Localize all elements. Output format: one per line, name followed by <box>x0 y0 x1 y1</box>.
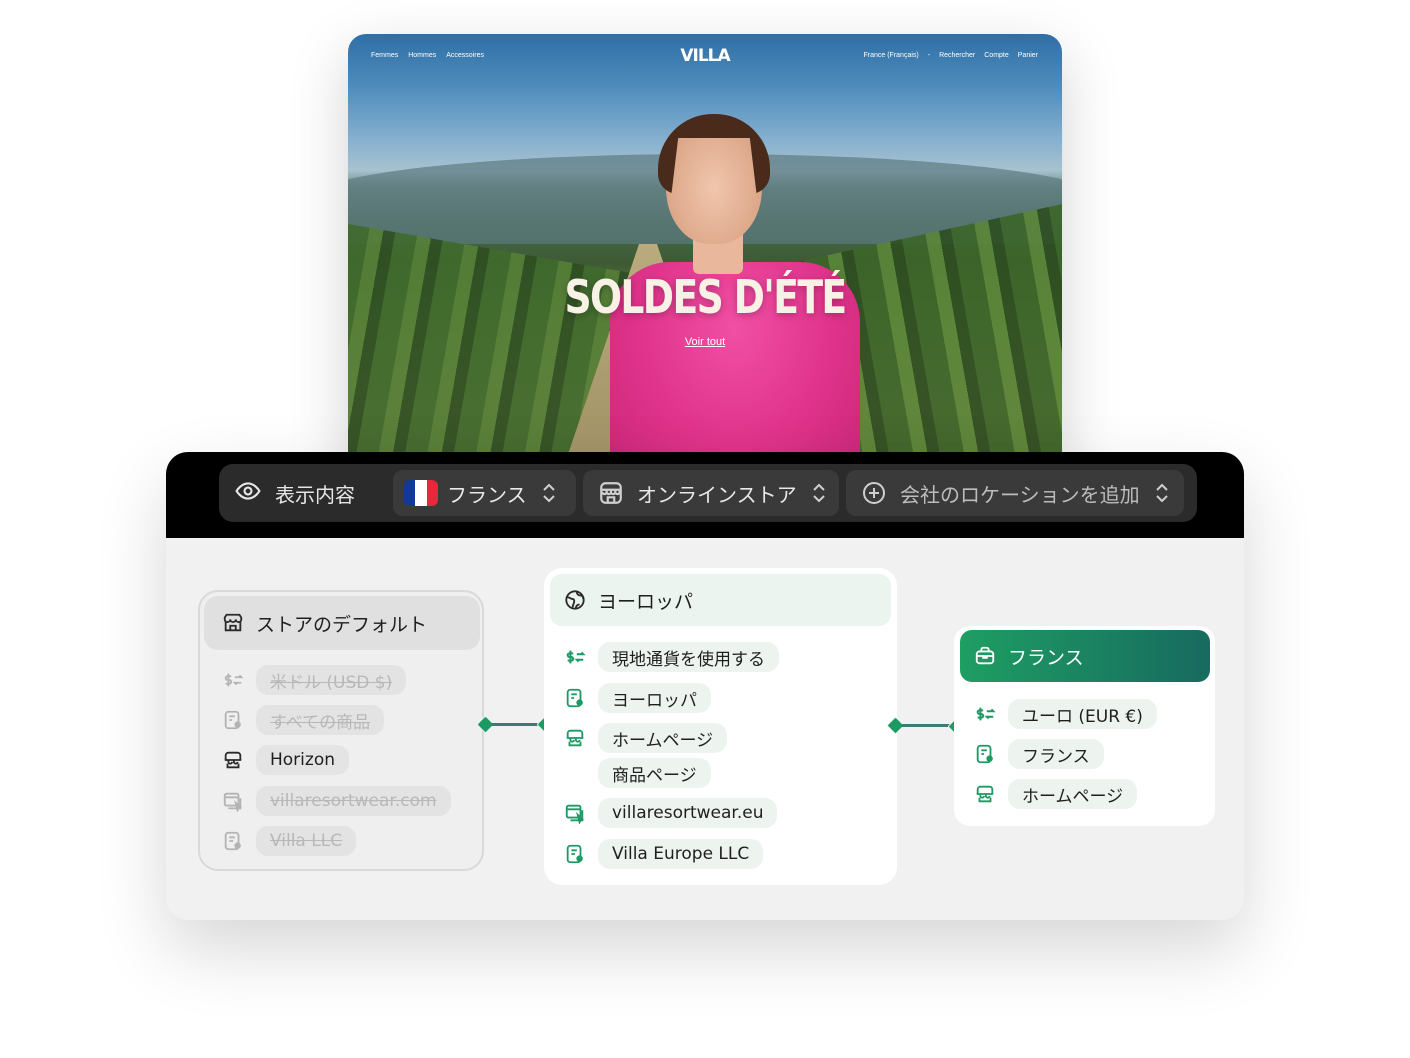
catalog-icon <box>564 687 586 709</box>
currency-value: ユーロ (EUR €) <box>1008 699 1157 729</box>
list-item: ホームページ <box>564 723 728 753</box>
country-selector-label: フランス <box>447 482 527 507</box>
france-title: フランス <box>1008 646 1084 669</box>
view-all-link[interactable]: Voir tout <box>685 336 725 348</box>
eye-icon <box>235 478 261 509</box>
catalog-icon <box>974 743 996 765</box>
list-item: ユーロ (EUR €) <box>974 699 1157 729</box>
list-item: 商品ページ <box>598 758 711 788</box>
panel-header: 表示内容 フランス オンラインストア 会社のロケーションを追加 <box>166 452 1244 538</box>
nav-accessories[interactable]: Accessoires <box>446 52 484 59</box>
theme-icon <box>564 727 586 749</box>
store-logo[interactable]: VILLA <box>677 46 733 66</box>
catalog-value: フランス <box>1008 739 1104 769</box>
nav-locale[interactable]: France (Français) <box>863 52 918 59</box>
europe-title: ヨーロッパ <box>598 590 694 613</box>
domain-icon <box>222 790 244 812</box>
channel-selector[interactable]: オンラインストア <box>583 470 839 516</box>
theme-icon <box>222 749 244 771</box>
store-default-card[interactable]: ストアのデフォルト 米ドル (USD $) すべての商品 Horizon vil… <box>198 590 484 871</box>
currency-value: 現地通貨を使用する <box>598 642 779 672</box>
currency-value: 米ドル (USD $) <box>256 665 407 695</box>
chevron-updown-icon <box>1155 483 1168 503</box>
store-default-header: ストアのデフォルト <box>204 596 480 650</box>
nav-separator: - <box>927 52 931 59</box>
europe-market-card[interactable]: ヨーロッパ 現地通貨を使用する ヨーロッパ ホームページ 商品ページ villa… <box>544 568 897 885</box>
view-label: 表示内容 <box>275 482 355 507</box>
legal-entity-value: Villa Europe LLC <box>598 839 764 869</box>
catalog-value: ヨーロッパ <box>598 683 711 713</box>
legal-entity-icon <box>222 830 244 852</box>
list-item: 米ドル (USD $) <box>222 665 407 695</box>
channel-selector-label: オンラインストア <box>637 482 797 507</box>
list-item: ホームページ <box>974 779 1138 809</box>
connector-line <box>902 724 950 727</box>
list-item: villaresortwear.eu <box>564 798 778 828</box>
theme-icon <box>974 783 996 805</box>
domain-value: villaresortwear.eu <box>598 798 778 828</box>
location-selector-label: 会社のロケーションを追加 <box>900 482 1140 507</box>
france-market-card[interactable]: フランス ユーロ (EUR €) フランス ホームページ <box>954 626 1215 826</box>
france-flag-icon <box>403 480 439 506</box>
store-icon <box>223 613 243 632</box>
chevron-updown-icon <box>542 483 555 503</box>
country-selector[interactable]: フランス <box>393 470 576 516</box>
theme-value: Horizon <box>256 745 349 775</box>
list-item: フランス <box>974 739 1104 769</box>
nav-search[interactable]: Rechercher <box>939 52 975 59</box>
view-label-group: 表示内容 <box>235 470 393 516</box>
connector-line <box>492 723 538 726</box>
catalog-icon <box>222 709 244 731</box>
nav-cart[interactable]: Panier <box>1018 52 1038 59</box>
france-header: フランス <box>960 630 1210 682</box>
legal-entity-icon <box>564 843 586 865</box>
markets-config-panel: 表示内容 フランス オンラインストア 会社のロケーションを追加 ストアのデフォル… <box>166 452 1244 920</box>
list-item: すべての商品 <box>222 705 385 735</box>
list-item: ヨーロッパ <box>564 683 711 713</box>
model-face <box>666 120 762 244</box>
legal-entity-value: Villa LLC <box>256 826 357 856</box>
briefcase-icon <box>975 646 995 665</box>
currency-exchange-icon <box>222 669 244 691</box>
domain-value: villaresortwear.com <box>256 786 451 816</box>
store-icon <box>593 480 629 506</box>
nav-account[interactable]: Compte <box>984 52 1009 59</box>
europe-header: ヨーロッパ <box>550 574 891 626</box>
theme-page-value: 商品ページ <box>598 758 711 788</box>
list-item: Villa LLC <box>222 826 357 856</box>
preview-toolbar: 表示内容 フランス オンラインストア 会社のロケーションを追加 <box>219 464 1197 522</box>
list-item: 現地通貨を使用する <box>564 642 779 672</box>
nav-women[interactable]: Femmes <box>371 52 398 59</box>
chevron-updown-icon <box>812 483 825 503</box>
storefront-preview: Femmes Hommes Accessoires France (França… <box>348 34 1062 474</box>
list-item: Horizon <box>222 745 349 775</box>
theme-page-value: ホームページ <box>598 723 728 753</box>
store-default-title: ストアのデフォルト <box>256 613 428 636</box>
plus-circle-icon <box>856 480 892 506</box>
globe-icon <box>565 590 585 610</box>
list-item: Villa Europe LLC <box>564 839 764 869</box>
hero-title: SOLDES D'ÉTÉ <box>564 270 847 324</box>
catalog-value: すべての商品 <box>256 705 385 735</box>
location-selector[interactable]: 会社のロケーションを追加 <box>846 470 1184 516</box>
theme-page-value: ホームページ <box>1008 779 1138 809</box>
hero-link-wrap: Voir tout <box>348 336 1062 348</box>
domain-icon <box>564 802 586 824</box>
currency-exchange-icon <box>564 646 586 668</box>
currency-exchange-icon <box>974 703 996 725</box>
list-item: villaresortwear.com <box>222 786 451 816</box>
nav-men[interactable]: Hommes <box>408 52 436 59</box>
